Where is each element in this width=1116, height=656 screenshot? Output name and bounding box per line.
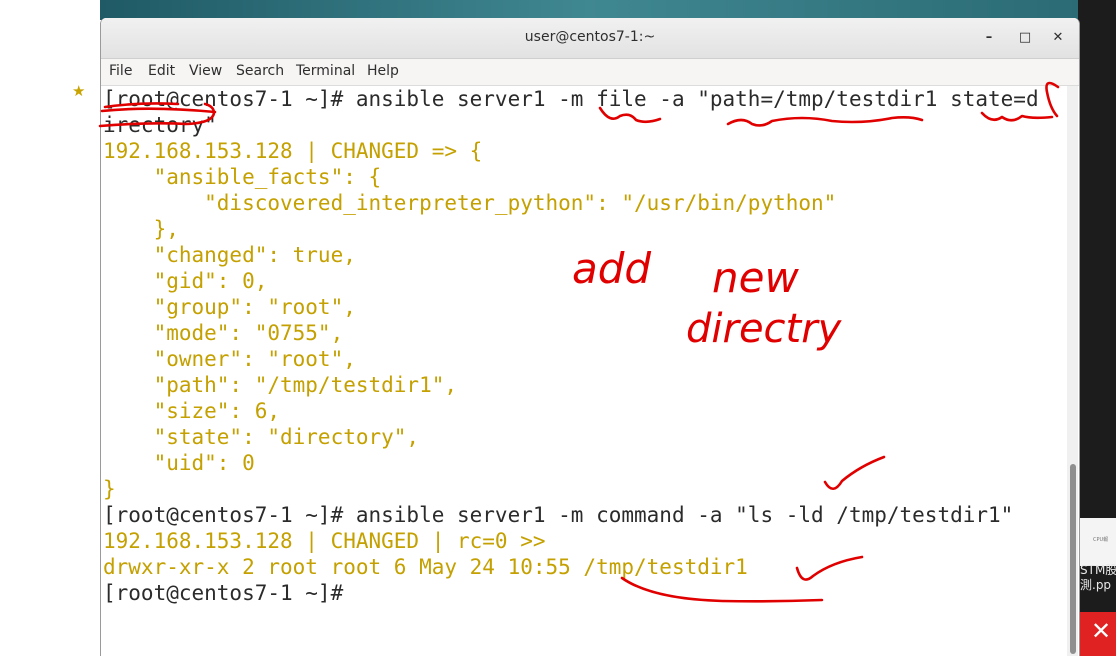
close-icon: ✕ [1091,617,1112,645]
menu-help[interactable]: Help [367,63,399,79]
terminal-line: "size": 6, [103,399,281,423]
menu-terminal[interactable]: Terminal [296,63,355,79]
side-red-app[interactable]: ✕ [1080,612,1116,656]
terminal-line: "changed": true, [103,243,356,267]
terminal-line: "group": "root", [103,295,356,319]
terminal-line: 192.168.153.128 | CHANGED | rc=0 >> [103,529,546,553]
scrollbar-thumb[interactable] [1070,464,1076,654]
terminal-line: 192.168.153.128 | CHANGED => { [103,139,483,163]
titlebar[interactable]: user@centos7-1:~ – □ ✕ [101,18,1079,59]
terminal-line: "gid": 0, [103,269,268,293]
terminal-line: "state": "directory", [103,425,420,449]
menu-file[interactable]: File [109,63,132,79]
desktop-wallpaper-strip [100,0,1078,20]
terminal-line: "uid": 0 [103,451,255,475]
maximize-button[interactable]: □ [1015,28,1035,48]
terminal-line: "path": "/tmp/testdir1", [103,373,458,397]
terminal-line: irectory" [103,113,217,137]
close-button[interactable]: ✕ [1048,28,1068,48]
terminal-line: }, [103,217,179,241]
thumbnail-mini-label: CPU報 [1093,537,1109,543]
menu-search[interactable]: Search [236,63,284,79]
terminal-line: "ansible_facts": { [103,165,382,189]
terminal-line: drwxr-xr-x 2 root root 6 May 24 10:55 /t… [103,555,748,579]
terminal-line: "owner": "root", [103,347,356,371]
window-title: user@centos7-1:~ [524,29,656,45]
menubar: File Edit View Search Terminal Help [101,59,1079,86]
terminal-line: [root@centos7-1 ~]# ansible server1 -m f… [103,87,1039,111]
terminal-line: "discovered_interpreter_python": "/usr/b… [103,191,837,215]
minimize-button[interactable]: – [979,28,999,48]
star-icon[interactable]: ★ [72,84,85,99]
terminal-line: [root@centos7-1 ~]# ansible server1 -m c… [103,503,1014,527]
terminal-output[interactable]: [root@centos7-1 ~]# ansible server1 -m f… [103,86,1067,656]
menu-view[interactable]: View [189,63,222,79]
side-thumbnail[interactable]: CPU報 [1080,518,1116,566]
terminal-window: user@centos7-1:~ – □ ✕ File Edit View Se… [100,18,1080,656]
terminal-line: } [103,477,116,501]
menu-edit[interactable]: Edit [148,63,175,79]
terminal-line: "mode": "0755", [103,321,344,345]
terminal-line: [root@centos7-1 ~]# [103,581,344,605]
side-file-label[interactable]: STM股 測.pp [1080,563,1116,593]
